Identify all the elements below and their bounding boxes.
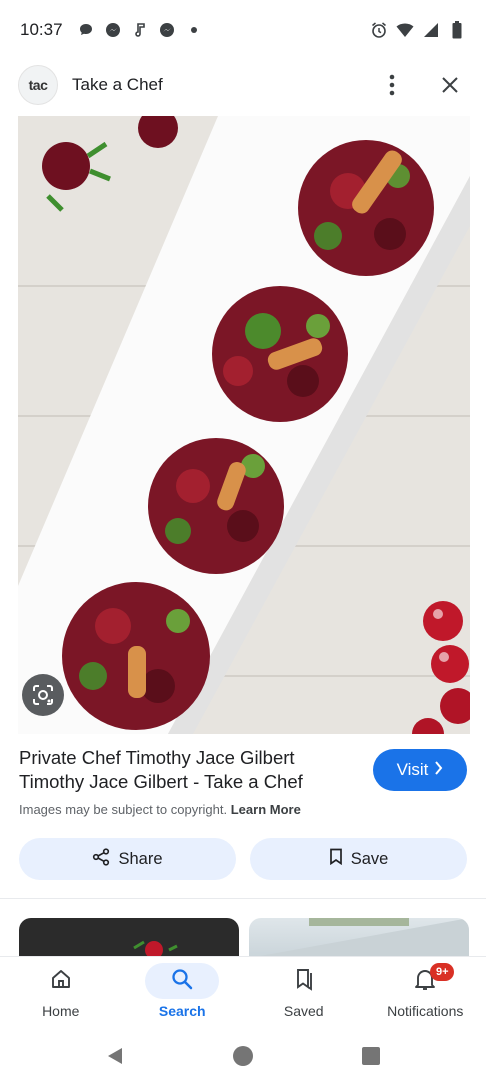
food-photo xyxy=(18,116,470,734)
result-info: Private Chef Timothy Jace Gilbert Timoth… xyxy=(19,746,469,817)
share-label: Share xyxy=(118,849,163,868)
battery-icon xyxy=(448,21,466,39)
home-circle-icon[interactable] xyxy=(231,1044,255,1068)
alarm-icon xyxy=(370,21,388,39)
site-title[interactable]: Take a Chef xyxy=(72,75,163,95)
header-actions xyxy=(374,67,468,103)
chevron-right-icon xyxy=(434,760,443,780)
google-lens-button[interactable] xyxy=(22,674,64,716)
nav-saved-label: Saved xyxy=(283,1003,324,1019)
messenger-icon xyxy=(158,21,176,39)
notification-badge: 9+ xyxy=(430,963,455,981)
chat-bubble-icon xyxy=(77,21,95,39)
music-note-icon xyxy=(131,21,149,39)
related-image-thumb[interactable] xyxy=(249,918,469,958)
preview-image[interactable] xyxy=(18,116,470,734)
save-label: Save xyxy=(350,849,389,868)
share-icon xyxy=(92,847,110,871)
home-icon xyxy=(50,968,72,995)
learn-more-link[interactable]: Learn More xyxy=(231,802,301,817)
site-logo[interactable]: tac xyxy=(18,65,58,105)
copyright-notice: Images may be subject to copyright. Lear… xyxy=(19,802,469,817)
status-bar: 10:37 xyxy=(0,0,486,60)
dot-icon xyxy=(185,21,203,39)
copyright-text: Images may be subject to copyright. xyxy=(19,802,228,817)
visit-label: Visit xyxy=(396,760,429,779)
visit-button[interactable]: Visit xyxy=(373,749,467,791)
search-icon xyxy=(171,968,193,995)
messenger-icon xyxy=(104,21,122,39)
bookmarks-icon xyxy=(293,967,315,996)
related-images xyxy=(19,918,469,958)
status-time: 10:37 xyxy=(20,20,63,39)
nav-home-label: Home xyxy=(42,1003,80,1019)
back-icon[interactable] xyxy=(103,1044,127,1068)
system-icons xyxy=(370,21,466,39)
save-button[interactable]: Save xyxy=(250,838,467,880)
action-buttons: Share Save xyxy=(19,838,467,880)
nav-notifications[interactable]: 9+ Notifications xyxy=(365,957,486,1032)
notification-icons xyxy=(77,21,203,39)
lens-icon xyxy=(32,684,54,706)
recents-icon[interactable] xyxy=(359,1044,383,1068)
nav-home[interactable]: Home xyxy=(0,957,122,1032)
wifi-icon xyxy=(396,21,414,39)
signal-icon xyxy=(422,21,440,39)
share-button[interactable]: Share xyxy=(19,838,236,880)
result-title[interactable]: Private Chef Timothy Jace Gilbert Timoth… xyxy=(19,746,359,794)
close-icon[interactable] xyxy=(432,67,468,103)
more-vert-icon[interactable] xyxy=(374,67,410,103)
system-navigation xyxy=(0,1032,486,1080)
viewer-header: tac Take a Chef xyxy=(0,62,486,108)
divider xyxy=(0,898,486,899)
nav-search[interactable]: Search xyxy=(122,957,244,1032)
nav-saved[interactable]: Saved xyxy=(243,957,365,1032)
bookmark-icon xyxy=(329,848,343,870)
related-image-thumb[interactable] xyxy=(19,918,239,958)
nav-search-label: Search xyxy=(158,1003,206,1019)
nav-notifications-label: Notifications xyxy=(387,1003,464,1019)
bottom-navigation: Home Search Saved 9+ Notifications xyxy=(0,956,486,1032)
